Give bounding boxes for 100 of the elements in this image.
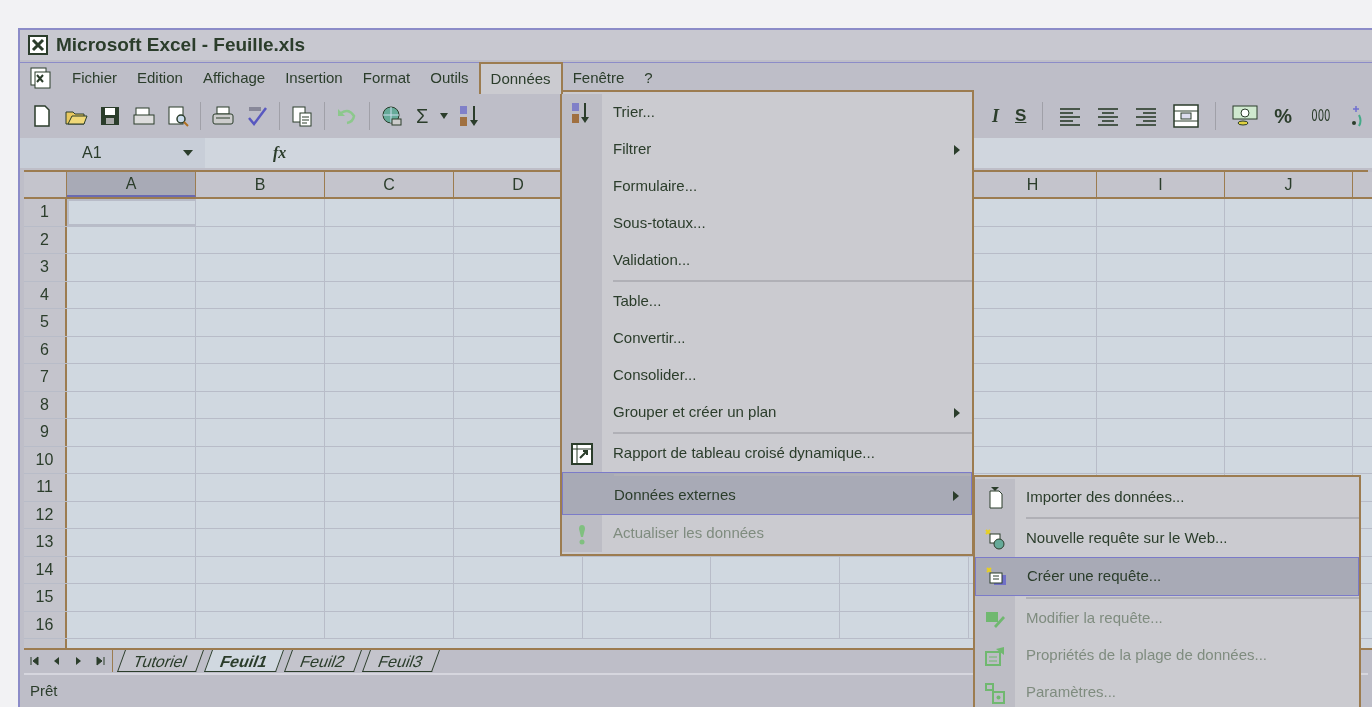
spreadsheet-icon [28, 35, 48, 55]
printer-icon[interactable] [132, 104, 156, 128]
menu-item-label: Créer une requête... [1027, 566, 1162, 587]
submenu-arrow-icon [954, 144, 960, 155]
align-center-icon[interactable] [1097, 106, 1120, 126]
status-text: Prêt [30, 680, 58, 701]
row-header[interactable]: 10 [24, 446, 67, 473]
menu-item[interactable]: Table... [562, 279, 972, 320]
menu-item-label: Convertir... [613, 328, 686, 349]
paste-icon[interactable] [290, 104, 314, 128]
menu-item[interactable]: Fenêtre [562, 64, 635, 92]
row-header[interactable]: 15 [24, 584, 67, 611]
menu-item-label: Table... [613, 291, 662, 312]
row-header[interactable]: 3 [24, 254, 67, 281]
function-button[interactable]: fx [273, 141, 287, 165]
column-header[interactable]: C [325, 172, 454, 197]
menu-item-label: Filtrer [613, 139, 652, 160]
sum-button[interactable]: Σ [414, 101, 431, 131]
menu-item[interactable]: Rapport de tableau croisé dynamique... [562, 431, 972, 472]
menu-item[interactable]: Données externes [562, 472, 972, 515]
menu-item[interactable]: Sous-totaux... [562, 205, 972, 242]
sheet-tab[interactable]: Tutoriel [117, 650, 204, 672]
row-header[interactable]: 8 [24, 391, 67, 418]
row-header[interactable]: 16 [24, 611, 67, 638]
italic-button[interactable]: I [992, 102, 999, 130]
workbook-icon[interactable] [28, 66, 52, 90]
menu-item-label: Paramètres... [1026, 682, 1117, 703]
row-header[interactable]: 14 [24, 556, 67, 583]
menu-item[interactable]: Créer une requête... [975, 557, 1359, 596]
row-header[interactable]: 2 [24, 226, 67, 253]
menu-item[interactable]: Outils [420, 64, 479, 92]
range-properties-icon [984, 644, 1006, 667]
menu-item-label: Propriétés de la plage de données... [1026, 645, 1267, 666]
merge-center-icon[interactable] [1173, 104, 1200, 128]
menu-item[interactable]: Insertion [275, 64, 353, 92]
menu-item-label: Consolider... [613, 365, 697, 386]
submenu-arrow-icon [954, 407, 960, 418]
menu-item-label: Modifier la requête... [1026, 608, 1163, 629]
column-header[interactable]: J [1225, 172, 1353, 197]
menu-item[interactable]: Consolider... [562, 357, 972, 394]
menu-item-label: Rapport de tableau croisé dynamique... [613, 443, 875, 464]
menu-item-label: Données externes [614, 485, 736, 506]
sort-ascending-icon[interactable] [458, 104, 481, 128]
column-header[interactable]: A [67, 172, 196, 197]
first-sheet-icon[interactable] [30, 656, 40, 666]
row-header[interactable]: 1 [24, 199, 67, 226]
menu-item-label: Validation... [613, 250, 691, 271]
parameters-icon [984, 681, 1006, 704]
globe-icon[interactable] [380, 104, 404, 128]
menu-item[interactable]: Affichage [192, 64, 276, 92]
menu-item[interactable]: Edition [127, 64, 193, 92]
menu-item[interactable]: ? [634, 64, 663, 92]
increase-decimal-icon[interactable] [1349, 105, 1362, 127]
menu-item-label: Sous-totaux... [613, 213, 706, 234]
row-header[interactable]: 5 [24, 309, 67, 336]
menu-item[interactable]: Trier... [562, 94, 972, 131]
menu-item[interactable]: Fichier [62, 64, 127, 92]
sheet-tab[interactable]: Feuil3 [361, 650, 440, 672]
row-header[interactable]: 12 [24, 501, 67, 528]
column-header[interactable]: I [1097, 172, 1225, 197]
sheet-tab[interactable]: Feuil1 [203, 650, 284, 672]
new-web-query-icon [984, 527, 1006, 550]
percent-button[interactable]: % [1274, 101, 1293, 131]
spell-check-icon[interactable] [245, 104, 269, 128]
row-header[interactable]: 13 [24, 529, 67, 556]
row-header[interactable]: 6 [24, 336, 67, 363]
active-cell[interactable] [67, 199, 196, 226]
menu-item[interactable]: Format [352, 64, 421, 92]
printer-icon[interactable] [211, 104, 235, 128]
menu-item[interactable]: Convertir... [562, 320, 972, 357]
menu-item[interactable]: Filtrer [562, 131, 972, 168]
menu-item-label: Formulaire... [613, 176, 698, 197]
menu-item-label: Nouvelle requête sur le Web... [1026, 528, 1228, 549]
previous-sheet-icon[interactable] [52, 656, 62, 666]
name-box[interactable]: A1 [20, 138, 205, 168]
menu-item-label: Actualiser les données [613, 523, 764, 544]
menu-item[interactable]: Grouper et créer un plan [562, 394, 972, 431]
save-icon[interactable] [98, 104, 122, 128]
row-header[interactable]: 9 [24, 419, 67, 446]
menu-item[interactable]: Importer des données... [975, 479, 1359, 516]
menu-item[interactable]: Nouvelle requête sur le Web... [975, 516, 1359, 557]
print-preview-icon[interactable] [166, 104, 190, 128]
last-sheet-icon[interactable] [96, 656, 106, 666]
menu-item[interactable]: Validation... [562, 242, 972, 279]
align-left-icon[interactable] [1059, 106, 1082, 126]
row-header[interactable]: 4 [24, 281, 67, 308]
pivot-table-icon [571, 442, 593, 465]
sheet-tab[interactable]: Feuil2 [284, 650, 362, 672]
new-query-icon [985, 565, 1007, 588]
row-header[interactable]: 7 [24, 364, 67, 391]
column-header[interactable]: B [196, 172, 325, 197]
menu-item-label: Trier... [613, 102, 655, 123]
dropdown-caret-icon[interactable] [440, 113, 449, 119]
thousands-button[interactable]: 000 [1311, 104, 1331, 128]
align-right-icon[interactable] [1135, 106, 1158, 126]
row-header[interactable]: 11 [24, 474, 67, 501]
submenu-arrow-icon [953, 490, 959, 501]
underline-button[interactable]: S [1015, 103, 1027, 129]
menu-item[interactable]: Données [478, 62, 563, 94]
dropdown-caret-icon [183, 150, 193, 156]
